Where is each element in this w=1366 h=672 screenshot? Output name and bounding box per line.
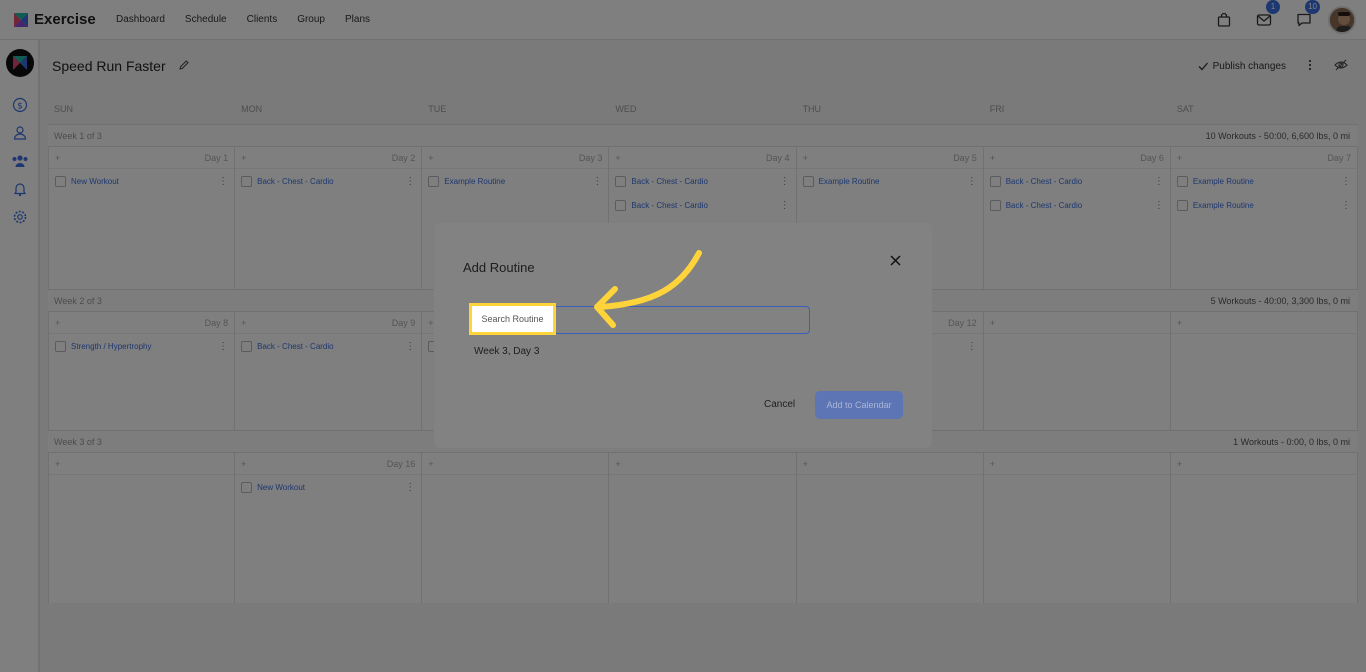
- cancel-button[interactable]: Cancel: [764, 399, 795, 410]
- add-to-calendar-button[interactable]: Add to Calendar: [815, 391, 903, 419]
- dialog-title: Add Routine: [463, 260, 535, 275]
- pointer-arrow-icon: [594, 250, 702, 328]
- close-dialog-button[interactable]: [886, 251, 904, 269]
- search-routine-input[interactable]: Search Routine: [469, 303, 556, 335]
- target-day-label: Week 3, Day 3: [474, 346, 540, 357]
- close-icon: [889, 254, 901, 266]
